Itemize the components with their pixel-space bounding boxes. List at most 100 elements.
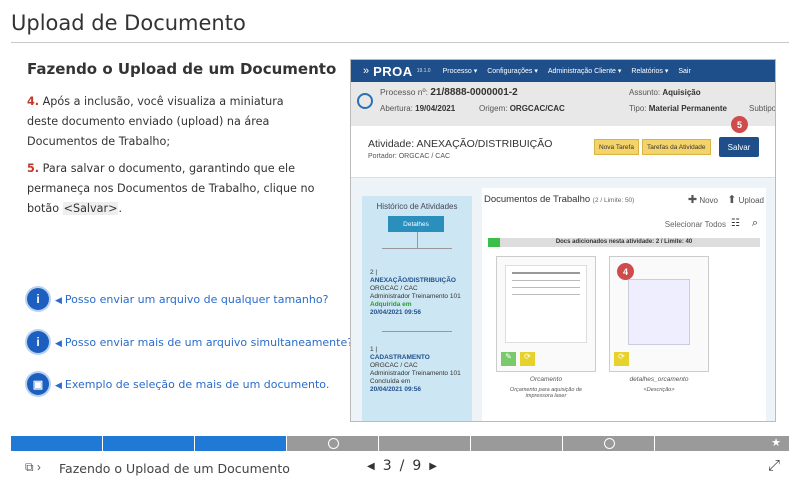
info-icon[interactable]: i: [27, 288, 49, 310]
faq-link-multiple-files-text[interactable]: Posso enviar mais de um arquivo simultan…: [65, 336, 353, 349]
slides-menu-icon[interactable]: ⧉ ›: [25, 460, 41, 475]
faq-link-multiple-files-label[interactable]: ◀ Posso enviar mais de um arquivo simulta…: [55, 336, 353, 349]
progress-segment[interactable]: [563, 436, 655, 451]
proa-navbar: » PROA 19.1.0 Processo ▾ Configurações ▾…: [351, 60, 775, 82]
star-icon: ★: [771, 437, 781, 449]
prev-page-icon[interactable]: ◀: [367, 461, 375, 472]
progress-segment[interactable]: [379, 436, 471, 451]
total-pages: 9: [412, 458, 422, 474]
entry-1-number: 1 |: [370, 346, 378, 353]
portador: Portador: ORGCAC / CAC: [368, 153, 451, 160]
next-page-icon[interactable]: ▶: [429, 461, 437, 472]
novo-label: Novo: [699, 196, 718, 205]
tarefas-atividade-button[interactable]: Tarefas da Atividade: [642, 139, 711, 155]
timeline-divider: [382, 331, 452, 332]
upload-icon: ⬆: [727, 194, 737, 206]
salvar-button[interactable]: Salvar: [719, 137, 759, 157]
work-area: Histórico de Atividades Detalhes 2 | ANE…: [351, 178, 775, 421]
activity-value: ANEXAÇÃO/DISTRIBUIÇÃO: [416, 138, 553, 150]
refresh-icon[interactable]: ⟳: [520, 352, 535, 366]
menu-relatorios[interactable]: Relatórios ▾: [631, 67, 668, 75]
faq-link-file-size[interactable]: i ◀ Posso enviar um arquivo de qualquer t…: [27, 288, 328, 310]
fullscreen-icon[interactable]: ⤢: [768, 457, 780, 474]
nova-tarefa-button[interactable]: Nova Tarefa: [594, 139, 639, 155]
assunto-label: Assunto:: [629, 88, 661, 97]
history-title: Histórico de Atividades: [376, 202, 458, 211]
text-line: [512, 280, 580, 281]
faq-link-file-size-text[interactable]: Posso enviar um arquivo de qualquer tama…: [65, 293, 328, 306]
refresh-icon[interactable]: ⟳: [614, 352, 629, 366]
edit-icon[interactable]: ✎: [501, 352, 516, 366]
detalhes-button[interactable]: Detalhes: [388, 216, 444, 232]
upload-label: Upload: [738, 196, 764, 205]
document-preview: [505, 265, 587, 343]
proa-logo: PROA: [373, 63, 413, 79]
example-link-text[interactable]: Exemplo de seleção de mais de um documen…: [65, 378, 329, 391]
abertura-value: 19/04/2021: [415, 104, 456, 113]
selecionar-todos[interactable]: Selecionar Todos: [665, 220, 726, 229]
step-4-number: 4.: [27, 95, 40, 108]
entry-1-status: Concluída em: [370, 378, 411, 385]
activity-panel: Atividade: ANEXAÇÃO/DISTRIBUIÇÃO Portado…: [351, 116, 775, 178]
progress-segment[interactable]: [103, 436, 195, 451]
menu-configuracoes[interactable]: Configurações ▾: [487, 67, 538, 75]
history-entry-2[interactable]: 2 | ANEXAÇÃO/DISTRIBUIÇÃO ORGCAC / CAC A…: [370, 269, 461, 317]
generic-document-icon: [628, 279, 690, 345]
new-document-icon: ✚: [687, 194, 698, 206]
example-link-multiple-selection[interactable]: ▣ ◀ Exemplo de seleção de mais de um docu…: [27, 373, 329, 395]
green-indicator: [488, 238, 500, 247]
step-4-badge: 4: [617, 263, 634, 280]
history-panel: Histórico de Atividades Detalhes 2 | ANE…: [362, 196, 472, 421]
faq-link-multiple-files[interactable]: i ◀ Posso enviar mais de um arquivo simul…: [27, 331, 353, 353]
entry-2-status: Adquirida em: [370, 301, 412, 308]
faq-link-file-size-label[interactable]: ◀ Posso enviar um arquivo de qualquer tam…: [55, 293, 328, 306]
entry-1-date: 20/04/2021 09:56: [370, 386, 421, 393]
menu-administracao-cliente[interactable]: Administração Cliente ▾: [548, 67, 622, 75]
entry-1-user: Administrador Treinamento 101: [370, 370, 461, 377]
left-arrow-icon: ◀: [55, 295, 62, 306]
entry-1-org: ORGCAC / CAC: [370, 362, 418, 369]
doc-1-name: Orcamento: [529, 376, 563, 383]
menu-sair[interactable]: Sair: [678, 68, 690, 75]
search-icon[interactable]: ⌕: [752, 217, 758, 230]
history-entry-1[interactable]: 1 | CADASTRAMENTO ORGCAC / CAC Administr…: [370, 346, 461, 394]
progress-segment[interactable]: [287, 436, 379, 451]
activity-title: Atividade: ANEXAÇÃO/DISTRIBUIÇÃO: [368, 138, 552, 150]
step-5-paragraph: 5. Para salvar o documento, garantindo q…: [27, 159, 317, 219]
image-icon[interactable]: ▣: [27, 373, 49, 395]
menu-processo[interactable]: Processo ▾: [443, 67, 478, 75]
document-thumbnail-orcamento[interactable]: ✎ ⟳: [496, 256, 596, 372]
info-icon[interactable]: i: [27, 331, 49, 353]
step-5-end: .: [118, 202, 123, 215]
novo-button[interactable]: ✚ Novo: [688, 193, 718, 206]
timeline-divider: [382, 248, 452, 249]
step-4-paragraph: 4. Após a inclusão, você visualiza a min…: [27, 92, 317, 152]
progress-segment[interactable]: [471, 436, 563, 451]
proa-version: 19.1.0: [416, 68, 431, 74]
proa-chevron-icon: »: [363, 65, 370, 77]
progress-segment-end[interactable]: ★: [655, 436, 789, 451]
title-divider: [11, 42, 789, 43]
salvar-code: <Salvar>: [62, 202, 119, 215]
proa-screenshot: » PROA 19.1.0 Processo ▾ Configurações ▾…: [350, 59, 776, 422]
processo-line: Processo nº: 21/8888-0000001-2: [380, 87, 518, 98]
page-separator: /: [399, 458, 405, 474]
activity-label: Atividade:: [368, 138, 415, 150]
section-heading: Fazendo o Upload de um Documento: [27, 60, 337, 78]
processo-value: 21/8888-0000001-2: [430, 87, 518, 98]
current-slide-title: Fazendo o Upload de um Documento: [59, 461, 290, 476]
upload-button[interactable]: ⬆ Upload: [727, 193, 764, 206]
slide-progress-bar[interactable]: ★: [11, 436, 789, 451]
timeline-line: [417, 232, 418, 248]
documents-limit: (2 / Limite: 50): [592, 197, 635, 204]
entry-2-name: ANEXAÇÃO/DISTRIBUIÇÃO: [370, 277, 456, 284]
doc-1-description: Orçamento para aquisição de impressora l…: [509, 387, 583, 399]
origem-label: Origem:: [479, 104, 508, 113]
assunto-line: Assunto: Aquisição: [629, 88, 701, 97]
example-link-label[interactable]: ◀ Exemplo de seleção de mais de um docume…: [55, 378, 329, 391]
entry-2-date: 20/04/2021 09:56: [370, 309, 421, 316]
documents-title-text: Documentos de Trabalho: [484, 194, 591, 205]
progress-segment[interactable]: [11, 436, 103, 451]
list-view-icon[interactable]: ☷: [731, 218, 740, 229]
progress-segment[interactable]: [195, 436, 287, 451]
